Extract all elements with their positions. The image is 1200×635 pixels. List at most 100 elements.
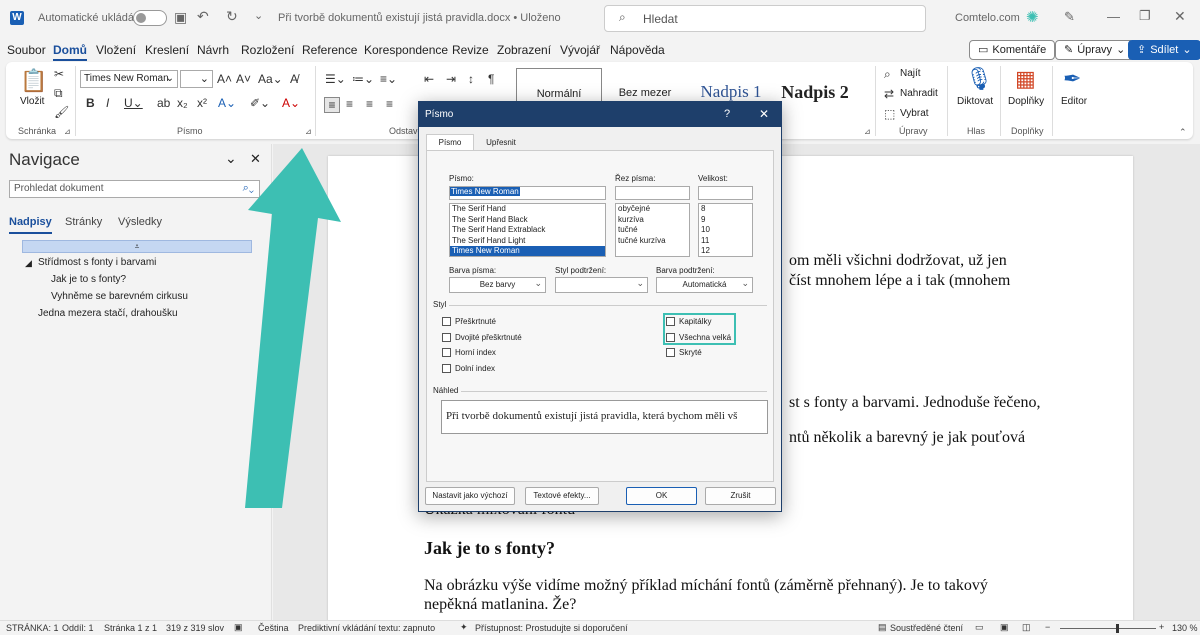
addins-icon[interactable]: ▦ bbox=[1015, 66, 1036, 92]
menu-soubor[interactable]: Soubor bbox=[7, 43, 46, 57]
styles-launcher-icon[interactable]: ⊿ bbox=[864, 127, 871, 136]
font-name-input[interactable]: Times New Roman bbox=[449, 186, 606, 200]
increase-indent-icon[interactable]: ⇥ bbox=[446, 72, 456, 86]
help-icon[interactable]: ? bbox=[724, 108, 730, 120]
paste-label[interactable]: Vložit bbox=[20, 96, 44, 107]
menu-navrh[interactable]: Návrh bbox=[197, 43, 229, 57]
font-color-select[interactable]: Bez barvy bbox=[449, 276, 546, 293]
list-item[interactable]: obyčejné bbox=[616, 204, 689, 215]
zoom-in-icon[interactable]: + bbox=[1159, 622, 1164, 632]
list-item[interactable]: 8 bbox=[699, 204, 752, 215]
set-default-button[interactable]: Nastavit jako výchozí bbox=[425, 487, 515, 505]
menu-zobrazeni[interactable]: Zobrazení bbox=[497, 43, 551, 57]
font-color-icon[interactable]: A⌄ bbox=[282, 96, 300, 110]
menu-reference[interactable]: Reference bbox=[302, 43, 357, 57]
superscript-checkbox[interactable]: Horní index bbox=[442, 348, 496, 357]
list-item[interactable]: tučné kurzíva bbox=[616, 236, 689, 247]
paste-icon[interactable]: 📋 bbox=[20, 68, 47, 94]
pilcrow-icon[interactable]: ¶ bbox=[488, 72, 494, 86]
underline-icon[interactable]: U⌄ bbox=[124, 96, 143, 110]
select-icon[interactable]: ⬚ bbox=[884, 107, 895, 121]
minimize-icon[interactable]: — bbox=[1107, 9, 1120, 24]
zoom-slider-thumb[interactable] bbox=[1116, 624, 1119, 633]
multilevel-icon[interactable]: ≡⌄ bbox=[380, 72, 397, 86]
underline-color-select[interactable]: Automatická bbox=[656, 276, 753, 293]
comments-button[interactable]: ▭ Komentáře bbox=[969, 40, 1056, 60]
font-size-input[interactable] bbox=[698, 186, 753, 200]
status-language[interactable]: Čeština bbox=[258, 623, 289, 633]
strikethrough-checkbox[interactable]: Přeškrtnuté bbox=[442, 317, 496, 326]
menu-napoveda[interactable]: Nápověda bbox=[610, 43, 665, 57]
change-case-icon[interactable]: Aa⌄ bbox=[258, 72, 283, 86]
small-caps-checkbox[interactable]: Kapitálky bbox=[666, 317, 711, 326]
menu-domu[interactable]: Domů bbox=[53, 43, 87, 61]
tab-headings[interactable]: Nadpisy bbox=[9, 216, 52, 234]
account-name[interactable]: Comtelo.com bbox=[955, 12, 1020, 24]
hidden-checkbox[interactable]: Skryté bbox=[666, 348, 702, 357]
list-item[interactable]: The Serif Hand bbox=[450, 204, 605, 215]
menu-revize[interactable]: Revize bbox=[452, 43, 489, 57]
ok-button[interactable]: OK bbox=[626, 487, 697, 505]
read-mode-icon[interactable]: ▭ bbox=[975, 622, 984, 633]
checkbox-box[interactable] bbox=[442, 348, 451, 357]
status-focus[interactable]: Soustředěné čtení bbox=[890, 623, 963, 633]
font-style-input[interactable] bbox=[615, 186, 690, 200]
font-style-list[interactable]: obyčejné kurzíva tučné tučné kurzíva bbox=[615, 203, 690, 257]
nav-search-input[interactable]: Prohledat dokument ⌕⌄ bbox=[9, 180, 260, 198]
save-icon[interactable]: ▣ bbox=[174, 9, 187, 26]
nav-heading-4[interactable]: Jedna mezera stačí, drahoušku bbox=[38, 308, 178, 319]
numbering-icon[interactable]: ≔⌄ bbox=[352, 72, 374, 86]
share-button[interactable]: ⇪ Sdílet ⌄ bbox=[1128, 40, 1200, 60]
status-predict[interactable]: Prediktivní vkládání textu: zapnuto bbox=[298, 623, 435, 633]
dialog-launcher-icon[interactable]: ⊿ bbox=[64, 127, 71, 136]
status-page[interactable]: STRÁNKA: 1 bbox=[6, 623, 59, 633]
status-pages[interactable]: Stránka 1 z 1 bbox=[104, 623, 157, 633]
replace-button[interactable]: Nahradit bbox=[900, 88, 938, 99]
editor-button[interactable]: Editor bbox=[1061, 96, 1087, 107]
align-right-icon[interactable]: ≡ bbox=[366, 97, 373, 111]
microphone-icon[interactable]: 🎙 bbox=[965, 66, 993, 92]
list-item[interactable]: 11 bbox=[699, 236, 752, 247]
font-size-list[interactable]: 8 9 10 11 12 bbox=[698, 203, 753, 257]
replace-icon[interactable]: ⇄ bbox=[884, 87, 894, 101]
print-layout-icon[interactable]: ▣ bbox=[1000, 622, 1009, 633]
menu-vlozeni[interactable]: Vložení bbox=[96, 43, 136, 57]
checkbox-box[interactable] bbox=[442, 333, 451, 342]
redo-icon[interactable]: ↻ bbox=[226, 8, 238, 25]
tab-results[interactable]: Výsledky bbox=[118, 216, 162, 228]
align-left-icon[interactable]: ≡ bbox=[324, 97, 340, 113]
maximize-icon[interactable]: ❐ bbox=[1139, 8, 1151, 24]
menu-kresleni[interactable]: Kreslení bbox=[145, 43, 189, 57]
collapse-triangle-icon[interactable]: ◢ bbox=[25, 258, 32, 269]
nav-heading-3[interactable]: Vyhněme se barevném cirkusu bbox=[51, 291, 188, 302]
list-item[interactable]: The Serif Hand Light bbox=[450, 236, 605, 247]
superscript-icon[interactable]: x² bbox=[197, 96, 207, 110]
menu-korespondence[interactable]: Korespondence bbox=[364, 43, 448, 57]
close-icon[interactable]: ✕ bbox=[1174, 8, 1186, 25]
list-item[interactable]: 12 bbox=[699, 246, 752, 256]
zoom-slider[interactable] bbox=[1060, 628, 1156, 629]
justify-icon[interactable]: ≡ bbox=[386, 97, 393, 111]
checkbox-box[interactable] bbox=[442, 317, 451, 326]
highlight-icon[interactable]: ✐⌄ bbox=[250, 96, 270, 110]
shrink-font-icon[interactable]: A˅ bbox=[236, 72, 251, 86]
nav-heading-1[interactable]: Střídmost s fonty i barvami bbox=[38, 257, 156, 268]
checkbox-box[interactable] bbox=[666, 317, 675, 326]
format-painter-icon[interactable]: 🖌 bbox=[54, 105, 69, 119]
status-accessibility[interactable]: Přístupnost: Prostudujte si doporučení bbox=[475, 623, 628, 633]
list-item[interactable]: 9 bbox=[699, 215, 752, 226]
double-strikethrough-checkbox[interactable]: Dvojité přeškrtnuté bbox=[442, 333, 522, 342]
undo-icon[interactable]: ↶ bbox=[197, 8, 209, 25]
cancel-button[interactable]: Zrušit bbox=[705, 487, 776, 505]
decrease-indent-icon[interactable]: ⇤ bbox=[424, 72, 434, 86]
checkbox-box[interactable] bbox=[666, 348, 675, 357]
dictate-button[interactable]: Diktovat bbox=[957, 96, 993, 107]
checkbox-box[interactable] bbox=[666, 333, 675, 342]
align-center-icon[interactable]: ≡ bbox=[346, 97, 353, 111]
text-effects-button[interactable]: Textové efekty... bbox=[525, 487, 599, 505]
proofing-icon[interactable]: ▣ bbox=[234, 622, 243, 633]
focus-icon[interactable]: ▤ bbox=[878, 622, 887, 633]
autosave-toggle[interactable] bbox=[133, 10, 167, 26]
bullets-icon[interactable]: ☰⌄ bbox=[325, 72, 346, 86]
menu-vyvojar[interactable]: Vývojář bbox=[560, 43, 600, 57]
